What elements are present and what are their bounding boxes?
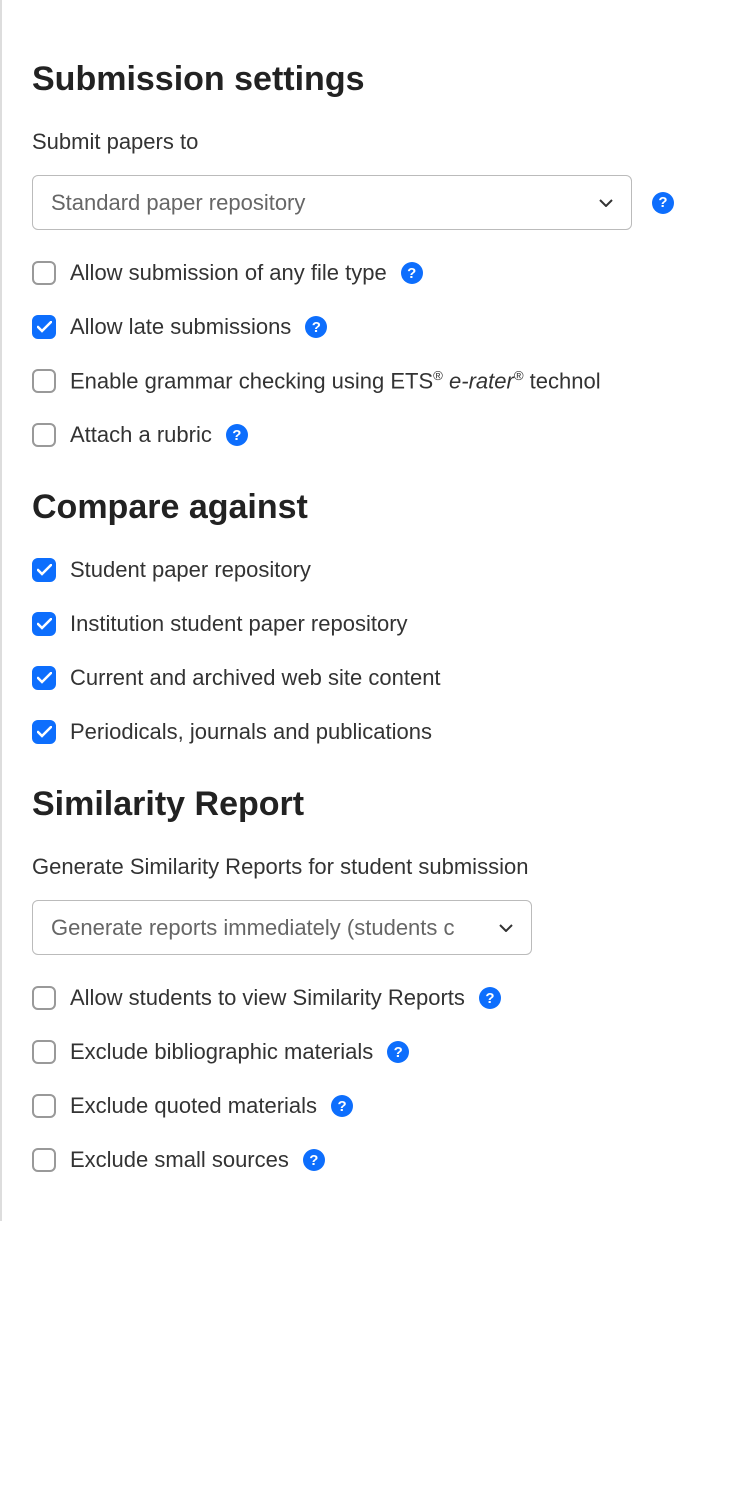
allow-late-checkbox[interactable] — [32, 315, 56, 339]
exclude-quoted-checkbox[interactable] — [32, 1094, 56, 1118]
compare-against-heading: Compare against — [32, 488, 720, 527]
attach-rubric-checkbox[interactable] — [32, 423, 56, 447]
similarity-report-heading: Similarity Report — [32, 785, 720, 824]
student-repo-checkbox[interactable] — [32, 558, 56, 582]
help-icon[interactable]: ? — [226, 424, 248, 446]
help-icon[interactable]: ? — [401, 262, 423, 284]
help-icon[interactable]: ? — [331, 1095, 353, 1117]
periodicals-label: Periodicals, journals and publications — [70, 719, 432, 745]
web-content-label: Current and archived web site content — [70, 665, 441, 691]
help-icon[interactable]: ? — [303, 1149, 325, 1171]
grammar-check-label: Enable grammar checking using ETS® e-rat… — [70, 368, 601, 394]
help-icon[interactable]: ? — [479, 987, 501, 1009]
allow-any-file-checkbox[interactable] — [32, 261, 56, 285]
exclude-biblio-checkbox[interactable] — [32, 1040, 56, 1064]
exclude-small-label: Exclude small sources — [70, 1147, 289, 1173]
institution-repo-checkbox[interactable] — [32, 612, 56, 636]
allow-late-label: Allow late submissions — [70, 314, 291, 340]
help-icon[interactable]: ? — [387, 1041, 409, 1063]
institution-repo-label: Institution student paper repository — [70, 611, 408, 637]
attach-rubric-label: Attach a rubric — [70, 422, 212, 448]
submit-papers-to-select[interactable]: Standard paper repository — [32, 175, 632, 230]
allow-view-checkbox[interactable] — [32, 986, 56, 1010]
generate-reports-label: Generate Similarity Reports for student … — [32, 854, 720, 880]
periodicals-checkbox[interactable] — [32, 720, 56, 744]
allow-view-label: Allow students to view Similarity Report… — [70, 985, 465, 1011]
allow-any-file-label: Allow submission of any file type — [70, 260, 387, 286]
student-repo-label: Student paper repository — [70, 557, 311, 583]
grammar-check-checkbox[interactable] — [32, 369, 56, 393]
help-icon[interactable]: ? — [305, 316, 327, 338]
exclude-quoted-label: Exclude quoted materials — [70, 1093, 317, 1119]
submit-papers-to-label: Submit papers to — [32, 129, 720, 155]
submission-settings-heading: Submission settings — [32, 60, 720, 99]
exclude-biblio-label: Exclude bibliographic materials — [70, 1039, 373, 1065]
generate-reports-select[interactable]: Generate reports immediately (students c — [32, 900, 532, 955]
web-content-checkbox[interactable] — [32, 666, 56, 690]
exclude-small-checkbox[interactable] — [32, 1148, 56, 1172]
help-icon[interactable]: ? — [652, 192, 674, 214]
